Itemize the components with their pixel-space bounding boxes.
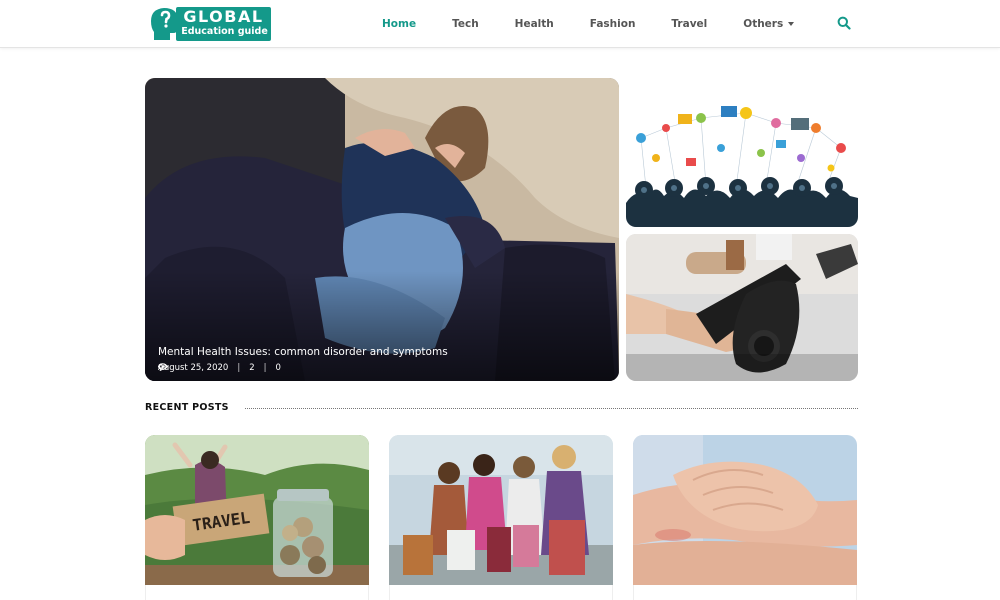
nav-item-health[interactable]: Health	[515, 18, 554, 30]
recent-post-card-3[interactable]	[633, 435, 857, 585]
recent-post-card-2[interactable]	[389, 435, 613, 585]
nav-item-fashion[interactable]: Fashion	[590, 18, 636, 30]
recent-post-card-1-body	[145, 585, 369, 600]
logo-tagline: Education guide	[181, 26, 268, 37]
featured-post-title[interactable]: Mental Health Issues: common disorder an…	[158, 346, 448, 358]
logo-title: GLOBAL	[183, 7, 264, 26]
site-header: GLOBAL Education guide Home Tech Health …	[0, 0, 1000, 48]
site-logo[interactable]: GLOBAL Education guide	[150, 5, 271, 43]
nav-item-travel[interactable]: Travel	[671, 18, 707, 30]
nav-item-tech[interactable]: Tech	[452, 18, 479, 30]
featured-post-main[interactable]: Mental Health Issues: common disorder an…	[145, 78, 619, 381]
featured-image-hair-dryer	[626, 234, 858, 381]
featured-post-side-2[interactable]	[626, 234, 858, 381]
nav-item-others[interactable]: Others	[743, 18, 795, 30]
recent-post-card-1[interactable]: TRAVEL	[145, 435, 369, 585]
search-icon[interactable]	[837, 16, 851, 30]
comment-icon	[158, 363, 167, 371]
main-nav: Home Tech Health Fashion Travel Others	[382, 0, 830, 48]
meta-separator: |	[263, 363, 267, 373]
post-image-scratching-arm	[633, 435, 857, 585]
chevron-down-icon	[788, 22, 795, 26]
recent-post-card-2-body	[389, 585, 613, 600]
section-title-recent-posts: RECENT POSTS	[145, 402, 229, 413]
section-divider	[245, 408, 858, 409]
featured-image-woman-on-sofa	[145, 78, 619, 381]
featured-image-social-network	[626, 78, 858, 227]
post-date: August 25, 2020	[158, 363, 229, 373]
post-views: 2	[249, 363, 255, 373]
post-image-travel-jar: TRAVEL	[145, 435, 369, 585]
featured-post-side-1[interactable]	[626, 78, 858, 227]
logo-badge: GLOBAL Education guide	[176, 7, 271, 41]
post-image-shopping-friends	[389, 435, 613, 585]
post-comments: 0	[275, 363, 281, 373]
meta-separator: |	[237, 363, 241, 373]
nav-item-others-label: Others	[743, 18, 784, 30]
featured-post-meta: August 25, 2020 | 2 | 0	[158, 363, 281, 373]
recent-post-card-3-body	[633, 585, 857, 600]
nav-item-home[interactable]: Home	[382, 18, 416, 30]
